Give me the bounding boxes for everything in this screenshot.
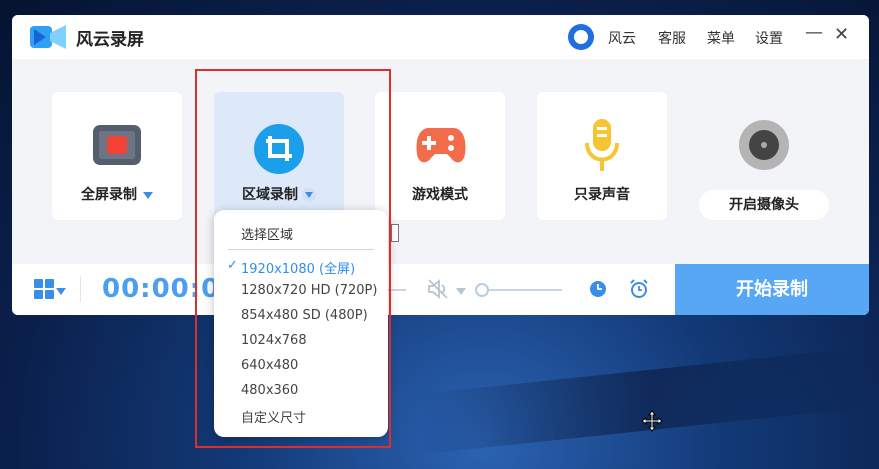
menu-button[interactable]: 菜单 [707,28,735,48]
volume-slider-track[interactable] [482,289,562,291]
layout-chevron-down-icon[interactable] [56,288,66,295]
mode-label-game: 游戏模式 [412,187,468,203]
annotation-highlight-box [195,69,391,448]
bottom-toolbar: 00:00:00 开始录制 [12,264,869,315]
mode-card-game[interactable]: 游戏模式 [375,92,505,220]
move-cursor-icon [641,410,663,432]
mode-label-fullscreen: 全屏录制 [52,184,182,204]
gamepad-icon [416,128,466,163]
microphone-icon [585,119,619,171]
title-bar: 风云录屏 风云 客服 菜单 设置 — ✕ [12,15,869,59]
screen-fragment [391,224,399,242]
schedule-clock-icon[interactable] [589,280,607,298]
username-link[interactable]: 风云 [608,28,636,48]
start-recording-button[interactable]: 开始录制 [675,264,869,315]
close-icon[interactable]: ✕ [834,24,849,45]
alarm-clock-icon[interactable] [629,279,649,299]
camera-icon [739,120,789,170]
chevron-down-icon[interactable] [143,191,153,199]
minimize-icon[interactable]: — [805,22,823,43]
app-window: 风云录屏 风云 客服 菜单 设置 — ✕ 全屏录制 区域录制 游戏模式 只录声音… [12,15,869,315]
volume-slider-knob[interactable] [475,283,489,297]
volume-chevron-down-icon[interactable] [456,288,466,295]
mode-card-audio[interactable]: 只录声音 [537,92,667,220]
app-logo-icon [30,25,66,49]
desktop-background [418,346,879,454]
layout-grid-icon[interactable] [34,279,54,299]
mode-card-fullscreen[interactable]: 全屏录制 [52,92,182,220]
user-avatar[interactable] [568,24,594,50]
fullscreen-record-icon [93,125,141,165]
customer-service-button[interactable]: 客服 [658,28,686,48]
camera-toggle-button[interactable]: 开启摄像头 [699,190,829,220]
app-title: 风云录屏 [76,30,144,50]
divider [80,276,81,302]
mode-label-audio: 只录声音 [574,187,630,203]
settings-button[interactable]: 设置 [755,28,783,48]
speaker-muted-icon[interactable] [427,278,449,300]
